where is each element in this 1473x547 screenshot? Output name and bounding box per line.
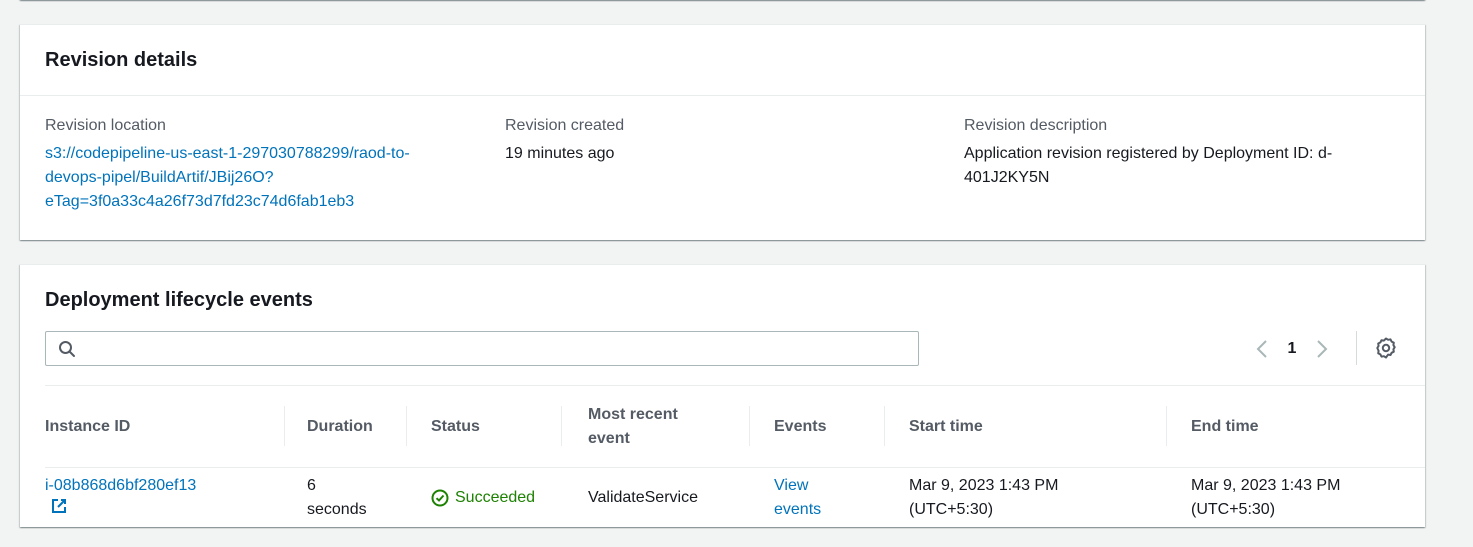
gear-icon	[1376, 337, 1396, 359]
page-number-button[interactable]: 1	[1274, 340, 1310, 358]
revision-description-section: Revision description Application revisio…	[964, 116, 1384, 190]
column-header-status-label: Status	[431, 417, 480, 435]
revision-location-line-3[interactable]: eTag=3f0a33c4a26f73d7fd23c74d6fab1eb3	[45, 193, 354, 210]
column-header-events[interactable]: Events	[749, 386, 885, 468]
previous-page-button[interactable]	[1250, 335, 1274, 363]
recent-event-cell: ValidateService	[588, 488, 698, 506]
revision-description-line-1: Application revision registered by Deplo…	[964, 145, 1333, 162]
pagination: 1	[1250, 335, 1334, 363]
table-settings-button[interactable]	[1374, 336, 1398, 360]
search-icon	[59, 341, 75, 357]
column-header-duration[interactable]: Duration	[284, 386, 407, 468]
end-time-zone: (UTC+5:30)	[1191, 500, 1276, 518]
column-header-start-time-label: Start time	[909, 417, 983, 435]
instance-id-cell: i-08b868d6bf280ef13	[45, 468, 285, 528]
revision-details-body: Revision location s3://codepipeline-us-e…	[20, 96, 1425, 240]
column-header-most-recent-event[interactable]: Most recent event	[561, 386, 750, 468]
column-header-instance-id[interactable]: Instance ID	[45, 386, 285, 468]
lifecycle-events-title: Deployment lifecycle events	[45, 289, 313, 311]
next-page-button[interactable]	[1310, 335, 1334, 363]
view-events-line-1: View	[774, 476, 809, 494]
revision-details-title: Revision details	[45, 48, 198, 71]
column-header-status[interactable]: Status	[406, 386, 562, 468]
duration-cell: 6 seconds	[285, 468, 407, 528]
column-separator	[1166, 406, 1167, 446]
revision-description-value: Application revision registered by Deplo…	[964, 142, 1384, 190]
column-header-duration-label: Duration	[307, 417, 373, 435]
column-header-end-time-label: End time	[1191, 417, 1259, 435]
revision-location-section: Revision location s3://codepipeline-us-e…	[45, 116, 465, 214]
instance-id-link[interactable]: i-08b868d6bf280ef13	[45, 477, 196, 494]
table-header-row: Instance ID Duration Status Most recent e…	[45, 385, 1425, 468]
end-time-date: Mar 9, 2023 1:43 PM	[1191, 476, 1341, 494]
table-row: i-08b868d6bf280ef13 6 seconds Succeeded …	[45, 468, 1425, 528]
check-circle-icon	[431, 489, 449, 507]
column-separator	[284, 406, 285, 446]
revision-location-label: Revision location	[45, 117, 166, 134]
revision-location-line-2[interactable]: devops-pipel/BuildArtif/JBij26O?	[45, 169, 274, 186]
revision-created-section: Revision created 19 minutes ago	[505, 116, 925, 166]
column-separator	[884, 406, 885, 446]
lifecycle-search-box[interactable]	[45, 331, 919, 366]
lifecycle-events-card: Deployment lifecycle events 1 Instance I…	[20, 264, 1425, 527]
view-events-line-2: events	[774, 500, 822, 518]
end-time-cell: Mar 9, 2023 1:43 PM (UTC+5:30)	[1167, 468, 1425, 528]
lifecycle-events-table: Instance ID Duration Status Most recent e…	[45, 385, 1425, 528]
start-time-zone: (UTC+5:30)	[909, 500, 994, 518]
revision-description-line-2: 401J2KY5N	[964, 169, 1050, 186]
column-header-recent-line-1: Most recent	[588, 405, 678, 423]
revision-details-header: Revision details	[20, 25, 1425, 96]
column-header-recent-line-2: event	[588, 429, 630, 447]
column-separator	[406, 406, 407, 446]
external-link-button[interactable]	[45, 498, 67, 522]
column-header-end-time[interactable]: End time	[1166, 386, 1425, 468]
external-link-icon	[52, 498, 66, 513]
chevron-left-icon	[1256, 340, 1267, 358]
column-header-start-time[interactable]: Start time	[884, 386, 1167, 468]
column-header-events-label: Events	[774, 417, 827, 435]
chevron-right-icon	[1317, 340, 1328, 358]
column-header-instance-id-label: Instance ID	[45, 417, 131, 435]
status-text: Succeeded	[455, 488, 536, 506]
column-separator	[749, 406, 750, 446]
revision-location-line-1[interactable]: s3://codepipeline-us-east-1-297030788299…	[45, 145, 410, 162]
status-cell: Succeeded	[407, 468, 562, 528]
events-cell: View events	[750, 468, 885, 528]
column-separator	[561, 406, 562, 446]
start-time-cell: Mar 9, 2023 1:43 PM (UTC+5:30)	[885, 468, 1167, 528]
pager-divider	[1356, 331, 1357, 365]
revision-location-link[interactable]: s3://codepipeline-us-east-1-297030788299…	[45, 142, 465, 214]
revision-created-value: 19 minutes ago	[505, 145, 615, 162]
revision-details-card: Revision details Revision location s3://…	[20, 24, 1425, 240]
search-input[interactable]	[82, 332, 912, 365]
status-badge: Succeeded	[431, 486, 552, 510]
duration-value: 6	[307, 476, 316, 494]
revision-created-label: Revision created	[505, 117, 625, 134]
duration-unit: seconds	[307, 500, 367, 518]
start-time-date: Mar 9, 2023 1:43 PM	[909, 476, 1059, 494]
view-events-link[interactable]: View events	[774, 477, 821, 518]
revision-description-label: Revision description	[964, 117, 1108, 134]
